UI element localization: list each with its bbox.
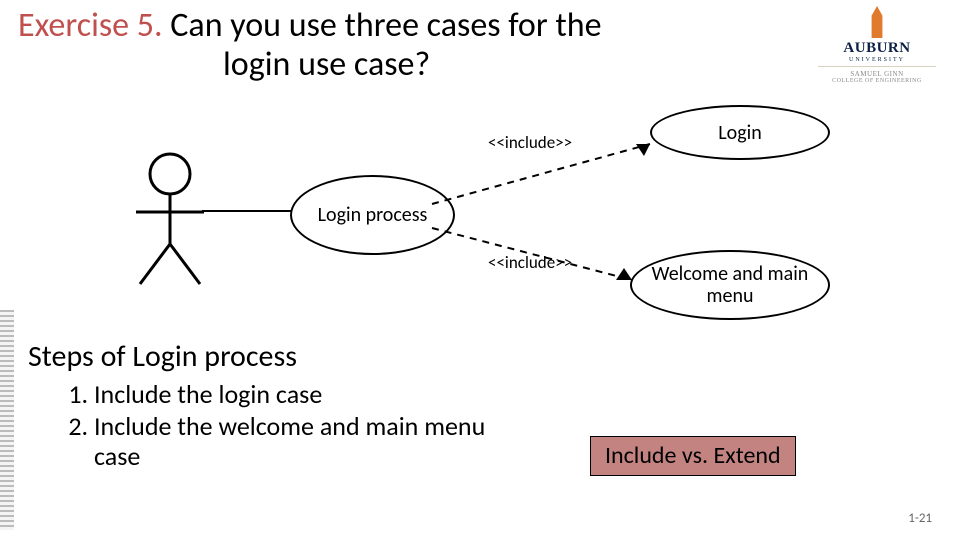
logo-college: COLLEGE OF ENGINEERING — [812, 78, 942, 84]
use-case-diagram: Login process Login Welcome and main men… — [100, 100, 940, 335]
steps-list: Include the login case Include the welco… — [60, 380, 520, 474]
title-rest-1: Can you use three cases for the — [163, 5, 602, 46]
include-arrow-to-welcome — [432, 224, 647, 299]
logo-name: AUBURN — [812, 40, 942, 57]
auburn-logo: AUBURN UNIVERSITY SAMUEL GINN COLLEGE OF… — [812, 6, 942, 84]
actor-icon — [130, 152, 220, 292]
logo-divider — [818, 66, 936, 67]
badge-text: Include vs. Extend — [605, 441, 781, 470]
title-line-2: login use case? — [223, 44, 430, 85]
exercise-label: Exercise 5. — [18, 5, 163, 46]
slide-title: Exercise 5. Can you use three cases for … — [18, 6, 658, 84]
include-arrow-to-login — [432, 138, 662, 223]
actor-association-line — [202, 210, 298, 212]
process-label: Login process — [318, 204, 428, 226]
welcome-label: Welcome and main menu — [632, 263, 828, 307]
tower-icon — [868, 6, 886, 38]
use-case-welcome: Welcome and main menu — [630, 250, 830, 320]
list-item: Include the welcome and main menu case — [94, 412, 520, 472]
list-item: Include the login case — [94, 380, 520, 410]
logo-samuel-ginn: SAMUEL GINN — [812, 70, 942, 78]
logo-university: UNIVERSITY — [812, 57, 942, 63]
login-label: Login — [718, 122, 761, 144]
include-vs-extend-badge: Include vs. Extend — [590, 436, 796, 476]
use-case-login: Login — [650, 105, 830, 160]
slide-number: 1-21 — [908, 511, 932, 526]
steps-heading: Steps of Login process — [28, 338, 297, 375]
binder-decoration — [0, 310, 14, 530]
use-case-login-process: Login process — [290, 175, 455, 255]
